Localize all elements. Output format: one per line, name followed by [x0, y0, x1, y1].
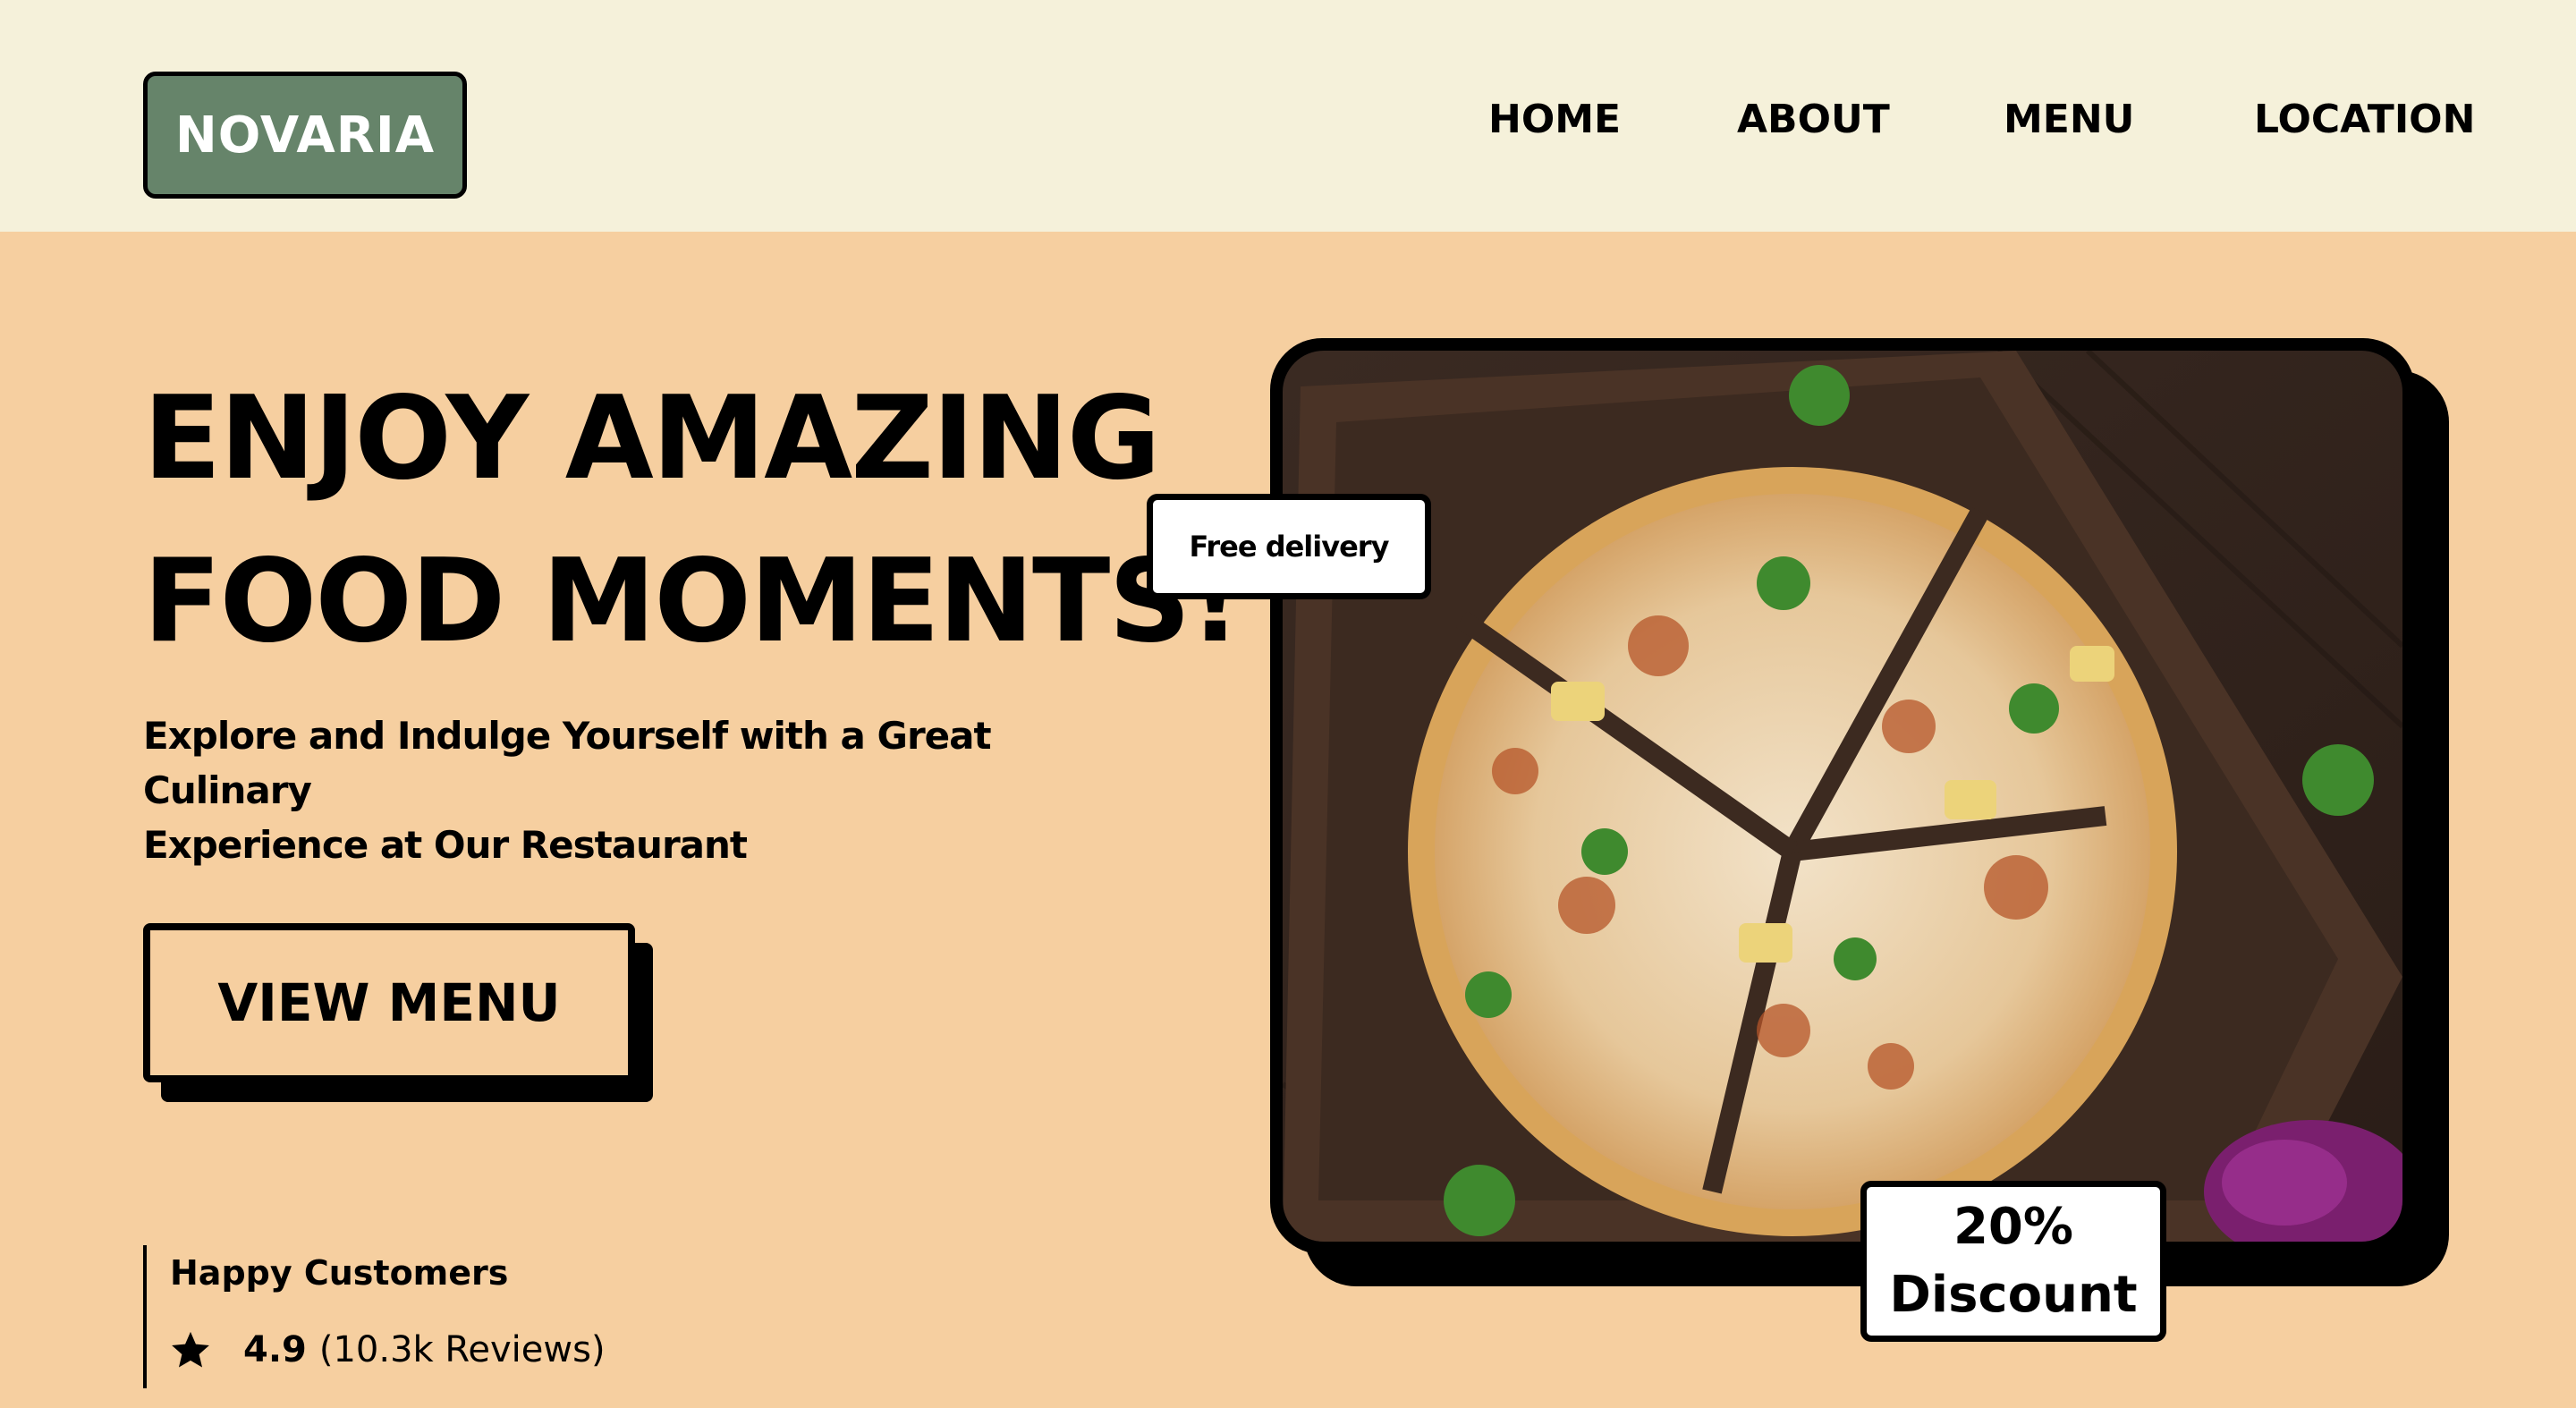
nav-link-menu[interactable]: MENU [2004, 88, 2134, 150]
rating-score: 4.9 [243, 1329, 307, 1370]
hero-title: ENJOY AMAZING FOOD MOMENTS! [143, 358, 1241, 683]
rating-reviews: (10.3k Reviews) [318, 1329, 606, 1370]
hero-subtitle: Explore and Indulge Yourself with a Grea… [143, 708, 1091, 872]
discount-label: Discount [1889, 1266, 2138, 1324]
hero-title-line-1: ENJOY AMAZING [143, 372, 1161, 505]
free-delivery-badge: Free delivery [1147, 494, 1431, 599]
discount-percent: 20% [1953, 1198, 2074, 1256]
rating-label: Happy Customers [170, 1253, 509, 1293]
customer-rating: Happy Customers 4.9 (10.3k Reviews) [143, 1245, 680, 1388]
hero-subtitle-line-1: Explore and Indulge Yourself with a Grea… [143, 714, 992, 812]
rating-row: 4.9 (10.3k Reviews) [170, 1329, 680, 1370]
logo[interactable]: NOVARIA [143, 72, 467, 199]
nav-link-home[interactable]: HOME [1488, 88, 1621, 150]
pizza-photo [1283, 351, 2402, 1242]
nav-link-location[interactable]: LOCATION [2254, 88, 2475, 150]
hero-subtitle-line-2: Experience at Our Restaurant [143, 823, 748, 867]
site-header: NOVARIA HOME ABOUT MENU LOCATION [0, 0, 2576, 232]
hero-title-line-2: FOOD MOMENTS! [143, 535, 1241, 668]
pizza-card [1270, 338, 2415, 1254]
star-icon [170, 1329, 211, 1370]
view-menu-button[interactable]: VIEW MENU [143, 923, 635, 1082]
nav-link-about[interactable]: ABOUT [1737, 88, 1890, 150]
discount-badge: 20% Discount [1860, 1181, 2166, 1342]
